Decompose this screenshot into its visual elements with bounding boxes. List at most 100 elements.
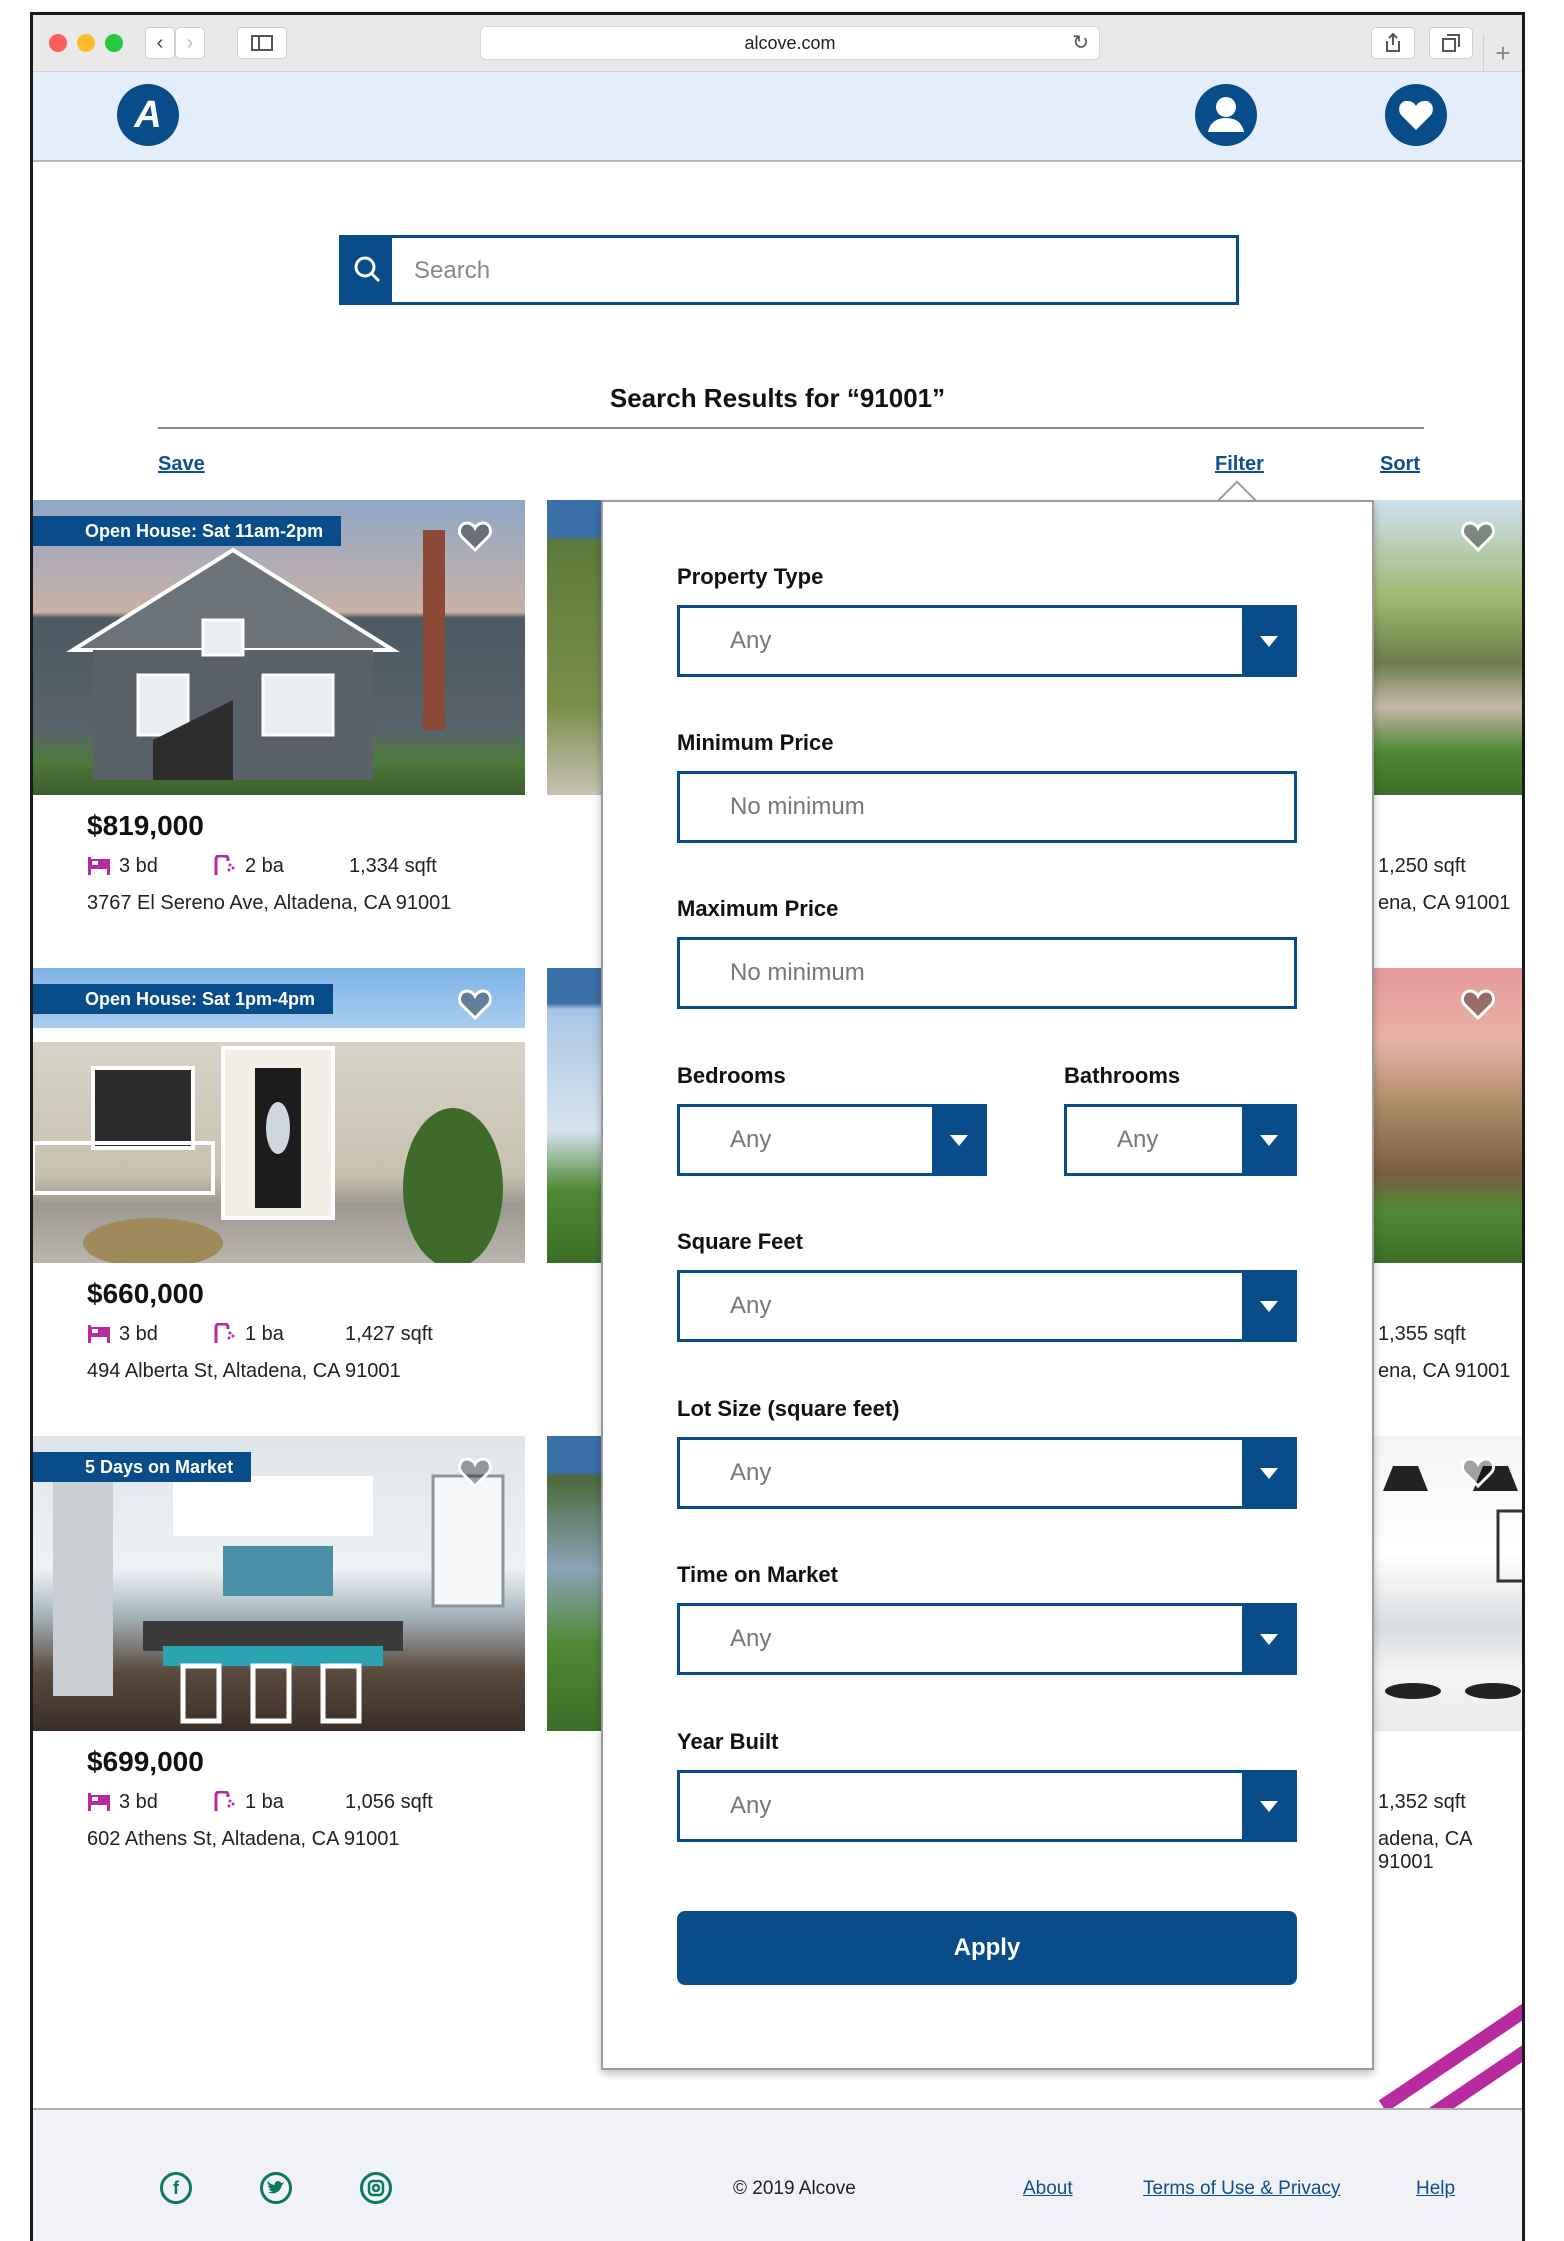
instagram-camera-icon xyxy=(367,2179,385,2197)
listing-photo[interactable]: Open House: Sat 11am-2pm xyxy=(33,500,525,795)
apply-button[interactable]: Apply xyxy=(677,1911,1297,1985)
heart-icon xyxy=(1399,100,1433,130)
listing-baths: 1 ba xyxy=(213,1323,284,1346)
listing-photo[interactable] xyxy=(547,968,607,1263)
listing-address[interactable]: 602 Athens St, Altadena, CA 91001 xyxy=(87,1828,399,1851)
sidebar-icon xyxy=(251,35,273,51)
heart-outline-icon[interactable] xyxy=(1458,984,1498,1024)
heart-outline-icon[interactable] xyxy=(1458,516,1498,556)
chevron-down-icon[interactable] xyxy=(1242,1440,1294,1506)
min-price-label: Minimum Price xyxy=(677,730,834,755)
footer-link-about[interactable]: About xyxy=(1023,2178,1073,2200)
listing-badge: Open House: Sat 11am-2pm xyxy=(33,516,342,546)
new-tab-button[interactable]: + xyxy=(1483,35,1522,71)
listing-beds: 3 bd xyxy=(87,1791,158,1814)
lot-size-label: Lot Size (square feet) xyxy=(677,1396,900,1421)
search-bar[interactable] xyxy=(339,235,1239,305)
heart-outline-icon[interactable] xyxy=(455,516,495,556)
shower-icon xyxy=(214,855,235,875)
square-feet-select[interactable]: Any xyxy=(677,1270,1297,1342)
tabs-icon xyxy=(1442,34,1460,52)
property-type-select[interactable]: Any xyxy=(677,605,1297,677)
favorites-button[interactable] xyxy=(1385,84,1447,146)
tabs-button[interactable] xyxy=(1429,27,1473,59)
account-button[interactable] xyxy=(1195,84,1257,146)
listing-price: $819,000 xyxy=(87,810,204,841)
listing-address[interactable]: adena, CA 91001 xyxy=(1378,1828,1522,1874)
chevron-right-icon: › xyxy=(186,32,194,54)
listing-photo[interactable] xyxy=(1373,500,1522,795)
listing-baths: 2 ba xyxy=(213,855,284,878)
forward-button[interactable]: › xyxy=(175,27,205,59)
share-icon xyxy=(1386,32,1400,52)
square-feet-label: Square Feet xyxy=(677,1229,803,1254)
year-built-select[interactable]: Any xyxy=(677,1770,1297,1842)
chevron-down-icon[interactable] xyxy=(1242,1773,1294,1839)
bedrooms-select[interactable]: Any xyxy=(677,1104,987,1176)
site-footer: f © 2019 Alcove About Terms of Use & Pri… xyxy=(33,2108,1522,2241)
listing-sqft: 1,352 sqft xyxy=(1378,1791,1466,1813)
listing-address[interactable]: 494 Alberta St, Altadena, CA 91001 xyxy=(87,1360,401,1383)
listing-address[interactable]: 3767 El Sereno Ave, Altadena, CA 91001 xyxy=(87,892,451,915)
listing-photo[interactable]: Open House: Sat 1pm-4pm xyxy=(33,968,525,1263)
lot-size-select[interactable]: Any xyxy=(677,1437,1297,1509)
shower-icon xyxy=(214,1791,235,1811)
listing-sqft: 1,355 sqft xyxy=(1378,1323,1466,1345)
divider xyxy=(158,427,1424,429)
reload-icon[interactable]: ↻ xyxy=(1072,27,1089,59)
sidebar-toggle-button[interactable] xyxy=(237,27,287,59)
listing-photo[interactable] xyxy=(1373,968,1522,1263)
time-on-market-select[interactable]: Any xyxy=(677,1603,1297,1675)
sort-link[interactable]: Sort xyxy=(1380,453,1420,476)
twitter-icon[interactable] xyxy=(260,2172,292,2204)
heart-outline-icon[interactable] xyxy=(455,1452,495,1492)
listing-badge: Open House: Sat 1pm-4pm xyxy=(33,984,334,1014)
listing-sqft: 1,056 sqft xyxy=(345,1791,433,1813)
chevron-left-icon: ‹ xyxy=(156,32,164,54)
listing-baths: 1 ba xyxy=(213,1791,284,1814)
alcove-logo[interactable]: A xyxy=(117,84,179,146)
listing-sqft: 1,334 sqft xyxy=(349,855,437,877)
zoom-window-button[interactable] xyxy=(105,34,123,52)
save-search-link[interactable]: Save xyxy=(158,453,205,476)
listing-address[interactable]: ena, CA 91001 xyxy=(1378,892,1510,915)
chevron-down-icon[interactable] xyxy=(1242,1606,1294,1672)
back-button[interactable]: ‹ xyxy=(145,27,175,59)
footer-link-terms[interactable]: Terms of Use & Privacy xyxy=(1143,2178,1340,2200)
plus-icon: + xyxy=(1495,38,1511,68)
search-input[interactable] xyxy=(398,238,1236,304)
listing-photo[interactable] xyxy=(547,500,607,795)
chevron-down-icon[interactable] xyxy=(932,1107,984,1173)
instagram-icon[interactable] xyxy=(360,2172,392,2204)
close-window-button[interactable] xyxy=(49,34,67,52)
listing-photo[interactable]: 5 Days on Market xyxy=(33,1436,525,1731)
listing-beds: 3 bd xyxy=(87,855,158,878)
listing-photo[interactable] xyxy=(547,1436,607,1731)
max-price-label: Maximum Price xyxy=(677,896,839,921)
listing-sqft: 1,427 sqft xyxy=(345,1323,433,1345)
facebook-icon[interactable]: f xyxy=(160,2172,192,2204)
share-button[interactable] xyxy=(1371,27,1415,59)
heart-outline-icon[interactable] xyxy=(1458,1452,1498,1492)
footer-link-help[interactable]: Help xyxy=(1416,2178,1455,2200)
search-button[interactable] xyxy=(342,238,392,302)
listing-address[interactable]: ena, CA 91001 xyxy=(1378,1360,1510,1383)
address-bar[interactable]: alcove.com ↻ xyxy=(480,26,1100,60)
property-type-label: Property Type xyxy=(677,564,824,589)
chevron-down-icon[interactable] xyxy=(1242,608,1294,674)
listing-photo[interactable] xyxy=(1373,1436,1522,1731)
user-icon xyxy=(1208,97,1244,132)
listing-beds: 3 bd xyxy=(87,1323,158,1346)
twitter-bird-icon xyxy=(267,2181,284,2194)
chevron-down-icon[interactable] xyxy=(1242,1273,1294,1339)
bedrooms-label: Bedrooms xyxy=(677,1063,786,1088)
filter-link[interactable]: Filter xyxy=(1215,453,1264,476)
minimize-window-button[interactable] xyxy=(77,34,95,52)
heart-outline-icon[interactable] xyxy=(455,984,495,1024)
listing-price: $699,000 xyxy=(87,1746,204,1777)
max-price-input[interactable]: No minimum xyxy=(677,937,1297,1009)
bathrooms-select[interactable]: Any xyxy=(1064,1104,1297,1176)
chevron-down-icon[interactable] xyxy=(1242,1107,1294,1173)
bed-icon xyxy=(88,1793,110,1811)
min-price-input[interactable]: No minimum xyxy=(677,771,1297,843)
